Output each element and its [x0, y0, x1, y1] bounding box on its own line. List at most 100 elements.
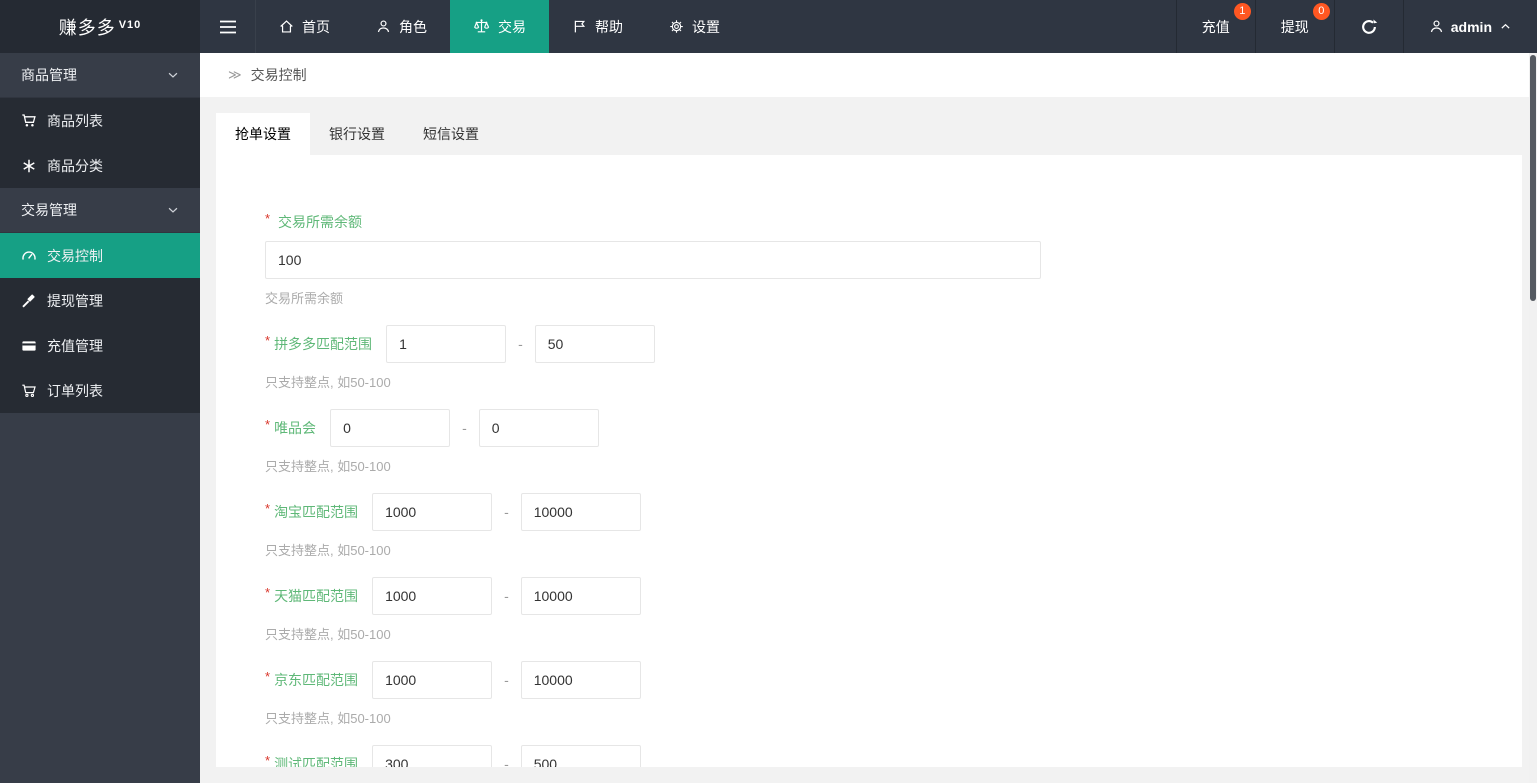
- breadcrumb-chevron-icon: ≫: [228, 67, 242, 82]
- required-mark: *: [265, 500, 271, 516]
- refresh-button[interactable]: [1333, 0, 1403, 53]
- withdraw-button[interactable]: 提现 0: [1254, 0, 1334, 53]
- range-hint: 只支持整点, 如50-100: [265, 543, 391, 558]
- taobao-min-input[interactable]: [372, 493, 493, 531]
- taobao-max-input[interactable]: [520, 493, 641, 531]
- vip-min-input[interactable]: [330, 409, 451, 447]
- required-mark: *: [265, 752, 271, 768]
- sidebar-item-goods-list[interactable]: 商品列表: [0, 98, 200, 143]
- gavel-icon: [21, 293, 37, 309]
- range-row: * 唯品会 -: [265, 409, 1482, 447]
- range-row: * 拼多多匹配范围 -: [265, 325, 1482, 363]
- withdraw-badge: 0: [1312, 3, 1330, 20]
- required-mark: *: [265, 416, 271, 432]
- pdd-max-input[interactable]: [534, 325, 655, 363]
- main-area: ≫ 交易控制 抢单设置 银行设置 短信设置 * 交易所需余额 交易所需余额: [200, 53, 1537, 783]
- field-balance: * 交易所需余额 交易所需余额: [265, 211, 1482, 307]
- jd-max-input[interactable]: [520, 661, 641, 699]
- top-navbar: 赚多多 V10 首页 角色 交易 帮助 设置 充值 1 提现 0 admin: [0, 0, 1537, 53]
- range-label: 淘宝匹配范围: [274, 504, 359, 520]
- flag-icon: [572, 19, 587, 34]
- range-separator: -: [518, 336, 523, 352]
- user-icon: [1429, 19, 1444, 34]
- scale-icon: [473, 18, 490, 35]
- nav-item-role[interactable]: 角色: [353, 0, 450, 53]
- field-vip-range: * 唯品会 - 只支持整点, 如50-100: [265, 409, 1482, 475]
- jd-min-input[interactable]: [372, 661, 493, 699]
- required-mark: *: [265, 668, 271, 684]
- nav-item-home[interactable]: 首页: [256, 0, 353, 53]
- nav-item-label: 交易: [498, 18, 526, 35]
- sidebar-item-recharge-manage[interactable]: 充值管理: [0, 323, 200, 368]
- field-jd-range: * 京东匹配范围 - 只支持整点, 如50-100: [265, 661, 1482, 727]
- gauge-icon: [21, 248, 37, 264]
- sidebar-item-order-list[interactable]: 订单列表: [0, 368, 200, 413]
- nav-item-label: 设置: [692, 18, 720, 35]
- sidebar-item-goods-category[interactable]: 商品分类: [0, 143, 200, 188]
- sidebar-item-label: 充值管理: [47, 337, 103, 354]
- field-taobao-range: * 淘宝匹配范围 - 只支持整点, 如50-100: [265, 493, 1482, 559]
- sidebar-collapse-button[interactable]: [200, 0, 256, 53]
- nav-item-label: 角色: [399, 18, 427, 35]
- user-menu[interactable]: admin: [1402, 0, 1537, 53]
- sidebar-item-label: 商品列表: [47, 112, 103, 129]
- gear-icon: [669, 19, 684, 34]
- tab-order-settings[interactable]: 抢单设置: [216, 113, 310, 155]
- sidebar-group-trade[interactable]: 交易管理: [0, 188, 200, 233]
- card-icon: [21, 338, 37, 354]
- chevron-up-icon: [1499, 20, 1512, 33]
- range-separator: -: [504, 588, 509, 604]
- field-tmall-range: * 天猫匹配范围 - 只支持整点, 如50-100: [265, 577, 1482, 643]
- nav-item-help[interactable]: 帮助: [549, 0, 646, 53]
- sidebar-group-label: 商品管理: [21, 67, 77, 83]
- menu-fold-icon: [219, 20, 237, 34]
- required-mark: *: [265, 211, 271, 226]
- tmall-min-input[interactable]: [372, 577, 493, 615]
- range-row: * 测试匹配范围 -: [265, 745, 1482, 767]
- sidebar-item-label: 提现管理: [47, 292, 103, 309]
- recharge-badge: 1: [1233, 3, 1251, 20]
- range-label: 测试匹配范围: [274, 756, 359, 767]
- sidebar-group-goods[interactable]: 商品管理: [0, 53, 200, 98]
- tab-label: 银行设置: [329, 126, 385, 142]
- field-pdd-range: * 拼多多匹配范围 - 只支持整点, 如50-100: [265, 325, 1482, 391]
- tab-sms-settings[interactable]: 短信设置: [404, 113, 498, 155]
- sidebar-group-label: 交易管理: [21, 202, 77, 218]
- brand-logo[interactable]: 赚多多 V10: [0, 0, 200, 53]
- field-test-range: * 测试匹配范围 - 只支持整点, 如50-100: [265, 745, 1482, 767]
- vertical-scrollbar[interactable]: [1529, 53, 1537, 783]
- vip-max-input[interactable]: [478, 409, 599, 447]
- person-icon: [376, 19, 391, 34]
- scrollbar-thumb[interactable]: [1530, 55, 1536, 301]
- tab-bank-settings[interactable]: 银行设置: [310, 113, 404, 155]
- range-separator: -: [462, 420, 467, 436]
- range-separator: -: [504, 504, 509, 520]
- tab-label: 抢单设置: [235, 126, 291, 142]
- nav-item-settings[interactable]: 设置: [646, 0, 743, 53]
- field-label-row: * 交易所需余额: [265, 211, 1482, 232]
- range-label: 天猫匹配范围: [274, 588, 359, 604]
- brand-version: V10: [118, 18, 142, 31]
- tab-bar: 抢单设置 银行设置 短信设置: [216, 113, 1522, 155]
- pdd-min-input[interactable]: [386, 325, 507, 363]
- range-hint: 只支持整点, 如50-100: [265, 459, 391, 474]
- sidebar-item-withdraw-manage[interactable]: 提现管理: [0, 278, 200, 323]
- navbar-right: 充值 1 提现 0 admin: [1175, 0, 1537, 53]
- nav-item-label: 帮助: [595, 18, 623, 35]
- range-separator: -: [504, 672, 509, 688]
- range-row: * 京东匹配范围 -: [265, 661, 1482, 699]
- test-min-input[interactable]: [372, 745, 493, 767]
- nav-item-trade[interactable]: 交易: [450, 0, 549, 53]
- balance-input[interactable]: [265, 241, 1041, 279]
- test-max-input[interactable]: [520, 745, 641, 767]
- breadcrumb: ≫ 交易控制: [200, 53, 1537, 97]
- recharge-button[interactable]: 充值 1: [1175, 0, 1255, 53]
- required-mark: *: [265, 584, 271, 600]
- range-separator: -: [504, 756, 509, 767]
- range-label: 京东匹配范围: [274, 672, 359, 688]
- sidebar-item-trade-control[interactable]: 交易控制: [0, 233, 200, 278]
- breadcrumb-title: 交易控制: [250, 67, 307, 83]
- tmall-max-input[interactable]: [520, 577, 641, 615]
- chevron-down-icon: [166, 203, 180, 217]
- sidebar-item-label: 交易控制: [47, 247, 103, 264]
